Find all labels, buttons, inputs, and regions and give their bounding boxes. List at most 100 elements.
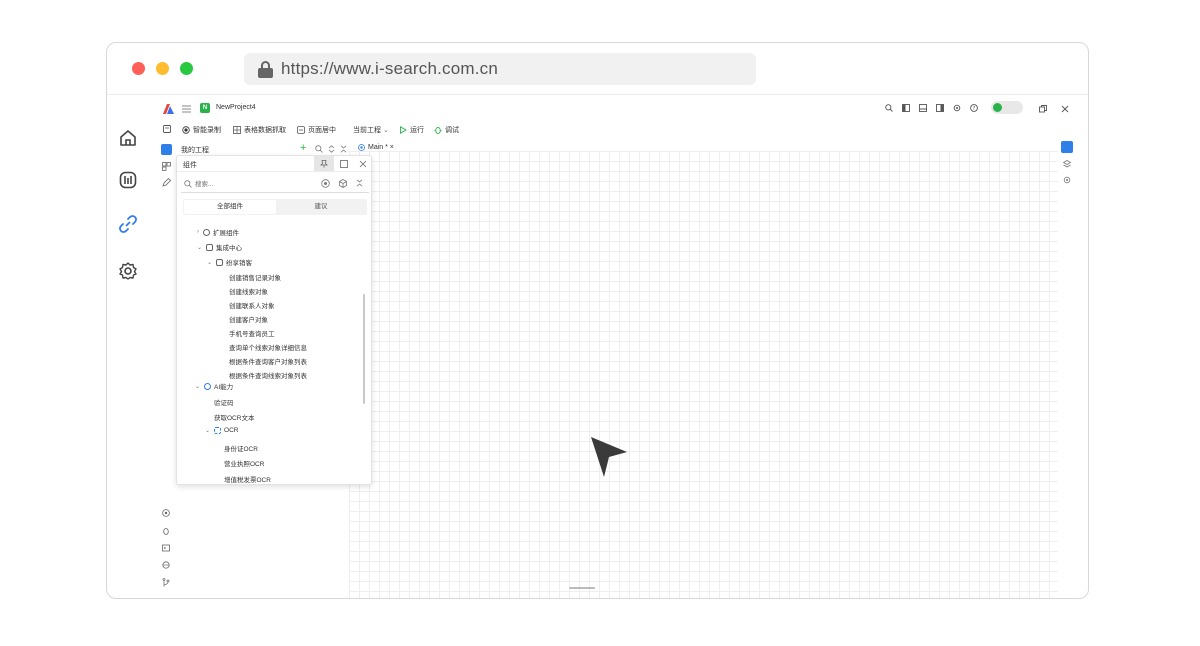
chevron-down-icon: ⌄ xyxy=(383,127,389,134)
component-panel-header: 组件 xyxy=(177,156,371,172)
run-button[interactable]: 运行 xyxy=(399,125,424,135)
tree-group-ocr[interactable]: ⌄ OCR xyxy=(205,427,238,434)
package-icon[interactable] xyxy=(339,179,347,188)
svg-text:?: ? xyxy=(973,106,976,112)
resize-handle[interactable] xyxy=(569,587,595,589)
browser-chrome: https://www.i-search.com.cn xyxy=(107,43,1088,95)
menu-icon[interactable] xyxy=(182,105,191,113)
outer-sidebar xyxy=(107,96,147,598)
tree-item[interactable]: 创建销售记录对象 xyxy=(229,272,281,282)
record-icon xyxy=(182,126,190,134)
extension-icon xyxy=(203,228,210,236)
tab-suggestions[interactable]: 建议 xyxy=(276,200,366,214)
url-text: https://www.i-search.com.cn xyxy=(281,59,499,78)
tree-group-ai[interactable]: ⌄ AI能力 xyxy=(195,381,233,391)
project-explorer-icon[interactable] xyxy=(161,144,172,155)
plugin-icon[interactable] xyxy=(162,561,170,569)
flow-icon xyxy=(358,144,365,151)
project-name: NewProject4 xyxy=(216,104,256,111)
tree-item[interactable]: 身份证OCR xyxy=(224,443,258,453)
cog-icon[interactable] xyxy=(1063,176,1071,184)
tree-item[interactable]: 创建联系人对象 xyxy=(229,300,275,310)
scan-icon xyxy=(214,427,222,434)
user-avatar[interactable] xyxy=(991,101,1023,114)
address-bar[interactable]: https://www.i-search.com.cn xyxy=(244,53,756,85)
tree-item[interactable]: 手机号查询员工 xyxy=(229,328,275,338)
tab-main-label: Main * × xyxy=(368,144,394,151)
target-icon[interactable] xyxy=(162,509,170,517)
collapse-icon[interactable] xyxy=(356,179,363,187)
pin-button[interactable] xyxy=(314,156,334,171)
smart-record-button[interactable]: 智能录制 xyxy=(182,125,221,135)
run-label: 运行 xyxy=(410,127,424,134)
table-capture-button[interactable]: 表格数据抓取 xyxy=(233,125,286,135)
integration-icon xyxy=(206,243,214,251)
center-icon xyxy=(297,126,305,134)
tree-item[interactable]: 验证码 xyxy=(214,397,234,407)
close-icon[interactable] xyxy=(1061,105,1069,113)
save-icon[interactable] xyxy=(163,125,171,133)
property-panel-icon[interactable] xyxy=(1061,141,1073,153)
current-project-dropdown[interactable]: 当前工程 ⌄ xyxy=(353,125,389,135)
tree-group-extension[interactable]: › 扩展组件 xyxy=(197,227,239,237)
app-logo-icon xyxy=(163,104,174,114)
tree-group-integration[interactable]: ⌄ 集成中心 xyxy=(197,242,242,252)
tree-item[interactable]: 增值税发票OCR xyxy=(224,474,271,484)
close-icon[interactable] xyxy=(359,160,367,168)
maximize-window-button[interactable] xyxy=(180,62,193,75)
expand-icon[interactable] xyxy=(328,145,335,153)
tree-group-fenxiang[interactable]: ⌄ 纷享销客 xyxy=(207,257,252,267)
tree-scrollbar[interactable] xyxy=(363,294,365,404)
settings-icon[interactable] xyxy=(118,261,138,281)
search-icon[interactable] xyxy=(315,145,323,153)
app-window: N NewProject4 ? 智能录制 表格数据抓取 页面居中 当前工程 ⌄ … xyxy=(155,96,1088,598)
chevron-down-icon: ⌄ xyxy=(195,383,201,390)
bug-icon[interactable] xyxy=(162,527,170,535)
layout-bottom-icon[interactable] xyxy=(919,104,927,112)
restore-icon[interactable] xyxy=(1039,105,1047,113)
tab-all-components[interactable]: 全部组件 xyxy=(184,200,276,214)
ai-search-icon[interactable] xyxy=(321,179,330,188)
components-icon[interactable] xyxy=(162,162,171,171)
close-window-button[interactable] xyxy=(132,62,145,75)
component-tabs: 全部组件 建议 xyxy=(183,199,367,215)
gear-icon[interactable] xyxy=(953,104,961,112)
minimize-window-button[interactable] xyxy=(156,62,169,75)
tree-item[interactable]: 获取OCR文本 xyxy=(214,412,254,422)
tree-item[interactable]: 根据条件查询客户对象列表 xyxy=(229,356,307,366)
app-titlebar: N NewProject4 ? xyxy=(155,96,1088,120)
edit-icon[interactable] xyxy=(162,178,171,187)
project-panel-title: 我的工程 xyxy=(181,147,209,154)
layout-left-icon[interactable] xyxy=(902,104,910,112)
tree-item[interactable]: 创建线索对象 xyxy=(229,286,268,296)
tree-item[interactable]: 创建客户对象 xyxy=(229,314,268,324)
collapse-icon[interactable] xyxy=(340,145,347,153)
chevron-down-icon: ⌄ xyxy=(207,259,213,266)
design-canvas[interactable] xyxy=(349,151,1058,598)
tree-item[interactable]: 营业执照OCR xyxy=(224,458,264,468)
project-panel-header: 我的工程 + xyxy=(180,142,347,156)
page-center-button[interactable]: 页面居中 xyxy=(297,125,336,135)
arrow-pointer-icon xyxy=(591,437,627,477)
tree-item[interactable]: 查询单个线索对象详细信息 xyxy=(229,342,307,352)
branch-icon[interactable] xyxy=(162,578,170,587)
browser-window: https://www.i-search.com.cn N NewProject… xyxy=(106,42,1089,599)
search-icon[interactable] xyxy=(885,104,893,112)
maximize-icon[interactable] xyxy=(340,160,348,168)
dashboard-icon[interactable] xyxy=(118,170,138,190)
layers-icon[interactable] xyxy=(1063,160,1071,168)
tree-item[interactable]: 根据条件查询线索对象列表 xyxy=(229,370,307,380)
debug-button[interactable]: 调试 xyxy=(434,125,459,135)
add-icon[interactable]: + xyxy=(300,142,306,154)
current-project-label: 当前工程 xyxy=(353,127,381,134)
terminal-icon[interactable] xyxy=(162,544,170,552)
component-search-input[interactable] xyxy=(195,178,305,190)
app-toolbar: 智能录制 表格数据抓取 页面居中 当前工程 ⌄ 运行 调试 xyxy=(155,122,1088,138)
component-search-row xyxy=(181,175,369,193)
layout-right-icon[interactable] xyxy=(936,104,944,112)
component-panel-title: 组件 xyxy=(183,162,197,169)
home-icon[interactable] xyxy=(118,128,138,148)
link-icon[interactable] xyxy=(118,214,138,234)
component-panel: 组件 全部组件 建议 › xyxy=(176,155,372,485)
help-icon[interactable]: ? xyxy=(970,104,978,112)
